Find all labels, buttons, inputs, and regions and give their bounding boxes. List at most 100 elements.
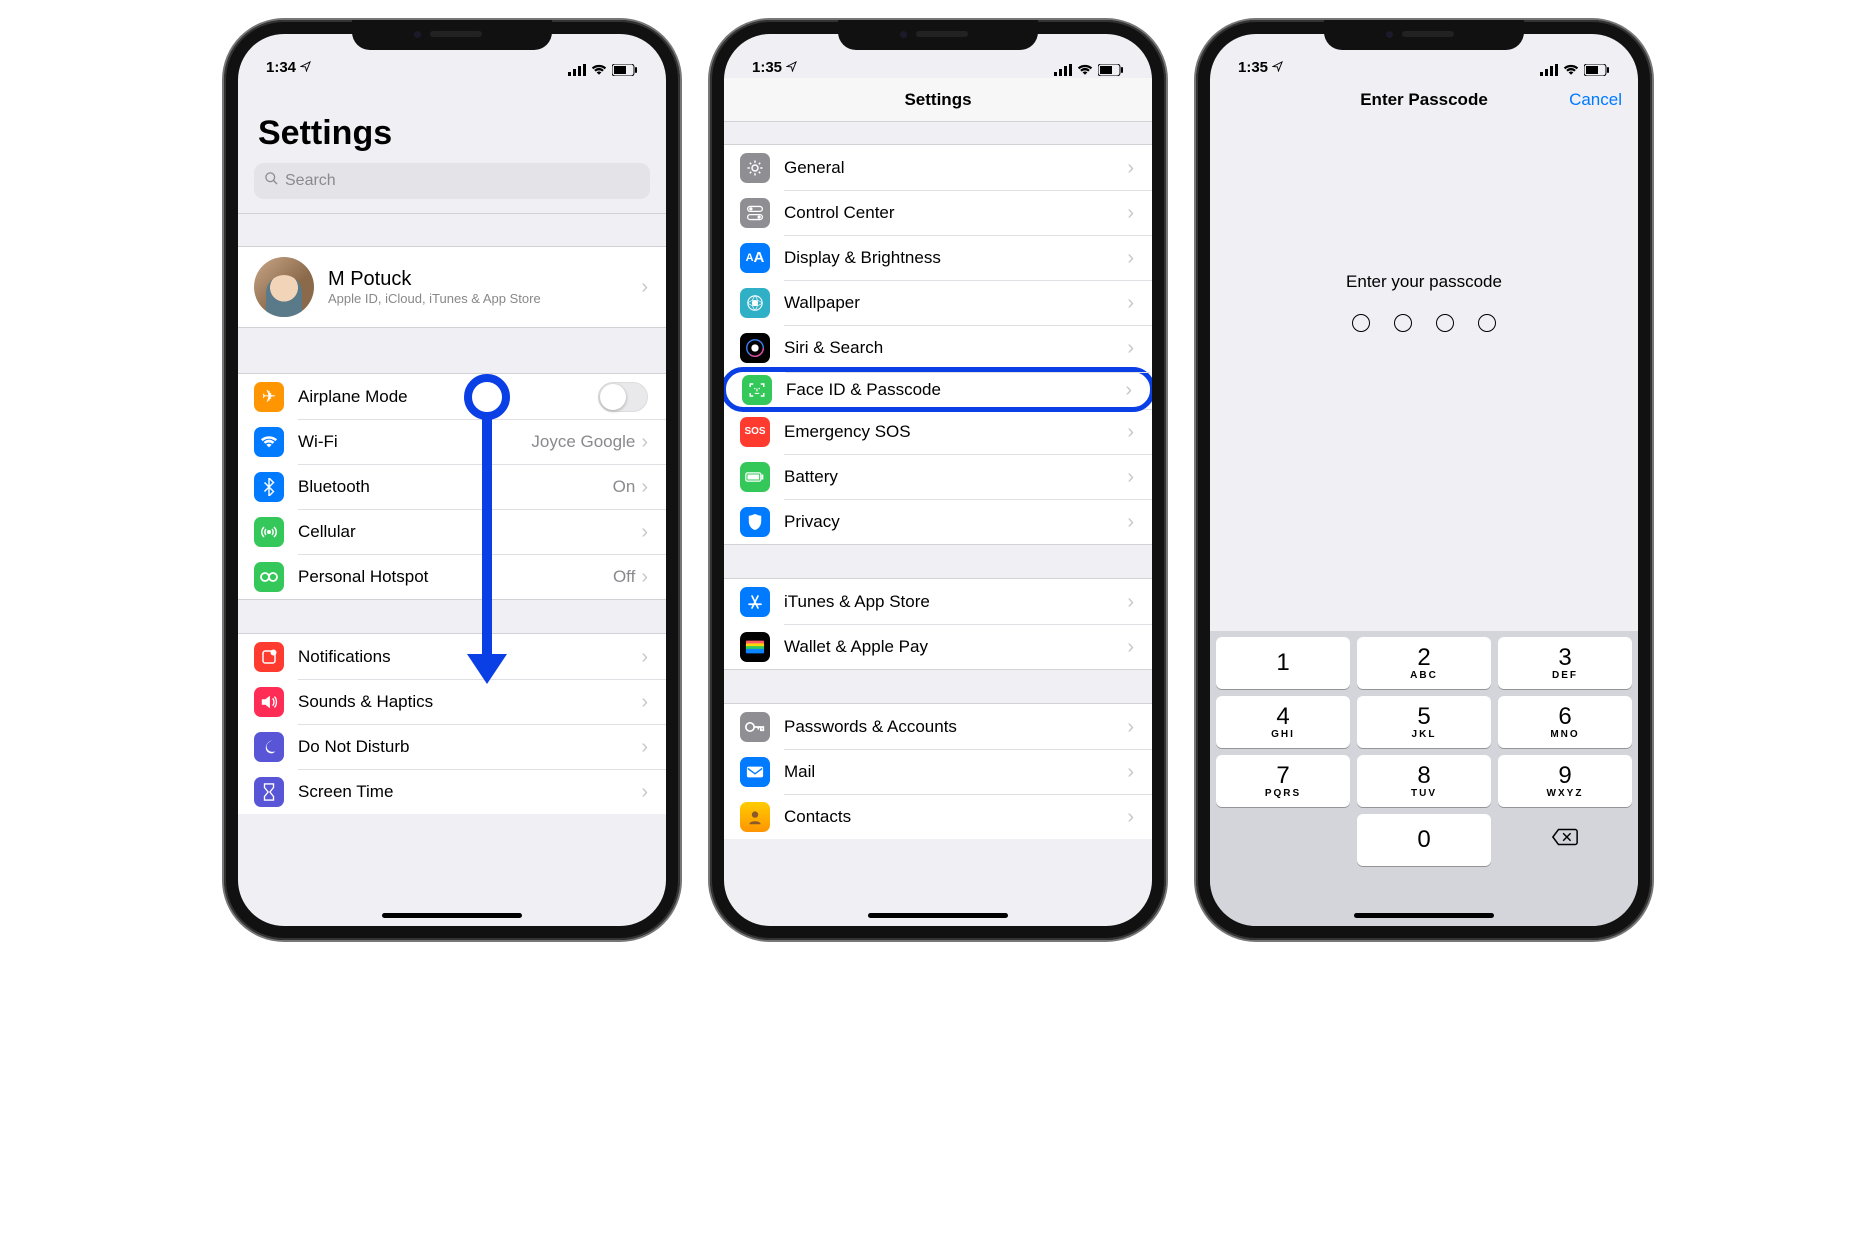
bluetooth-value: On — [613, 477, 636, 497]
siri-icon — [740, 333, 770, 363]
settings-title: Settings — [238, 78, 666, 159]
general-icon — [740, 153, 770, 183]
location-icon — [300, 59, 311, 76]
key-delete[interactable] — [1498, 814, 1632, 866]
passcode-dot — [1394, 314, 1412, 332]
notch — [1324, 20, 1524, 50]
key-3[interactable]: 3DEF — [1498, 637, 1632, 689]
contacts-icon — [740, 802, 770, 832]
status-time: 1:34 — [266, 59, 296, 76]
row-general[interactable]: General› — [724, 145, 1152, 190]
privacy-icon — [740, 507, 770, 537]
key-8[interactable]: 8TUV — [1357, 755, 1491, 807]
wifi-icon — [254, 427, 284, 457]
backspace-icon — [1551, 827, 1579, 853]
mail-icon — [740, 757, 770, 787]
search-placeholder: Search — [285, 172, 336, 190]
passwords-icon — [740, 712, 770, 742]
apple-id-sub: Apple ID, iCloud, iTunes & App Store — [328, 291, 641, 306]
home-indicator[interactable] — [382, 913, 522, 918]
row-battery[interactable]: Battery› — [724, 454, 1152, 499]
passcode-dot — [1436, 314, 1454, 332]
key-9[interactable]: 9WXYZ — [1498, 755, 1632, 807]
wifi-value: Joyce Google — [531, 432, 635, 452]
battery-icon — [740, 462, 770, 492]
row-screentime[interactable]: Screen Time › — [238, 769, 666, 814]
dnd-icon — [254, 732, 284, 762]
status-icons — [1054, 64, 1124, 76]
chevron-right-icon: › — [641, 647, 648, 667]
notifications-icon — [254, 642, 284, 672]
row-wallpaper[interactable]: Wallpaper› — [724, 280, 1152, 325]
search-input[interactable]: Search — [254, 163, 650, 199]
hotspot-icon — [254, 562, 284, 592]
notch — [352, 20, 552, 50]
row-cellular[interactable]: Cellular › — [238, 509, 666, 554]
cellular-icon — [254, 517, 284, 547]
row-passwords[interactable]: Passwords & Accounts› — [724, 704, 1152, 749]
nav-title: Settings — [904, 90, 971, 110]
row-contacts[interactable]: Contacts› — [724, 794, 1152, 839]
status-icons — [1540, 64, 1610, 76]
sos-icon: SOS — [740, 417, 770, 447]
row-bluetooth[interactable]: Bluetooth On › — [238, 464, 666, 509]
passcode-area: Enter your passcode — [1210, 122, 1638, 631]
faceid-icon — [742, 375, 772, 405]
screen-2: 1:35 Settings General› — [724, 34, 1152, 926]
row-notifications[interactable]: Notifications › — [238, 634, 666, 679]
phone-frame-3: 1:35 Enter Passcode Cancel Enter your pa… — [1196, 20, 1652, 940]
control-center-icon — [740, 198, 770, 228]
row-wallet[interactable]: Wallet & Apple Pay› — [724, 624, 1152, 669]
apple-id-row[interactable]: M Potuck Apple ID, iCloud, iTunes & App … — [238, 247, 666, 327]
chevron-right-icon: › — [641, 737, 648, 757]
status-time: 1:35 — [1238, 59, 1268, 76]
appstore-icon — [740, 587, 770, 617]
row-control-center[interactable]: Control Center› — [724, 190, 1152, 235]
key-4[interactable]: 4GHI — [1216, 696, 1350, 748]
avatar — [254, 257, 314, 317]
key-1[interactable]: 1 — [1216, 637, 1350, 689]
home-indicator[interactable] — [1354, 913, 1494, 918]
nav-title: Enter Passcode — [1360, 90, 1488, 110]
row-privacy[interactable]: Privacy› — [724, 499, 1152, 544]
chevron-right-icon: › — [641, 567, 648, 587]
airplane-icon: ✈︎ — [254, 382, 284, 412]
key-6[interactable]: 6MNO — [1498, 696, 1632, 748]
passcode-dots — [1352, 314, 1496, 332]
home-indicator[interactable] — [868, 913, 1008, 918]
row-itunes[interactable]: iTunes & App Store› — [724, 579, 1152, 624]
apple-id-name: M Potuck — [328, 268, 641, 291]
row-airplane-mode[interactable]: ✈︎ Airplane Mode — [238, 374, 666, 419]
hotspot-value: Off — [613, 567, 635, 587]
passcode-dot — [1478, 314, 1496, 332]
row-sos[interactable]: SOS Emergency SOS› — [724, 409, 1152, 454]
chevron-right-icon: › — [641, 432, 648, 452]
key-blank — [1216, 814, 1350, 866]
key-2[interactable]: 2ABC — [1357, 637, 1491, 689]
sounds-icon — [254, 687, 284, 717]
screentime-icon — [254, 777, 284, 807]
phone-frame-1: 1:34 Settings Search M Potu — [224, 20, 680, 940]
row-sounds[interactable]: Sounds & Haptics › — [238, 679, 666, 724]
passcode-dot — [1352, 314, 1370, 332]
number-keypad: 1 2ABC 3DEF 4GHI 5JKL 6MNO 7PQRS 8TUV 9W… — [1210, 631, 1638, 926]
row-siri[interactable]: Siri & Search› — [724, 325, 1152, 370]
bluetooth-icon — [254, 472, 284, 502]
key-5[interactable]: 5JKL — [1357, 696, 1491, 748]
row-mail[interactable]: Mail› — [724, 749, 1152, 794]
chevron-right-icon: › — [641, 477, 648, 497]
row-faceid[interactable]: Face ID & Passcode› — [724, 367, 1152, 412]
screen-3: 1:35 Enter Passcode Cancel Enter your pa… — [1210, 34, 1638, 926]
airplane-toggle[interactable] — [598, 382, 648, 412]
chevron-right-icon: › — [641, 692, 648, 712]
wallpaper-icon — [740, 288, 770, 318]
row-hotspot[interactable]: Personal Hotspot Off › — [238, 554, 666, 599]
cancel-button[interactable]: Cancel — [1569, 90, 1622, 110]
key-7[interactable]: 7PQRS — [1216, 755, 1350, 807]
row-dnd[interactable]: Do Not Disturb › — [238, 724, 666, 769]
phone-frame-2: 1:35 Settings General› — [710, 20, 1166, 940]
row-display[interactable]: AA Display & Brightness› — [724, 235, 1152, 280]
passcode-prompt: Enter your passcode — [1346, 272, 1502, 292]
row-wifi[interactable]: Wi-Fi Joyce Google › — [238, 419, 666, 464]
key-0[interactable]: 0 — [1357, 814, 1491, 866]
